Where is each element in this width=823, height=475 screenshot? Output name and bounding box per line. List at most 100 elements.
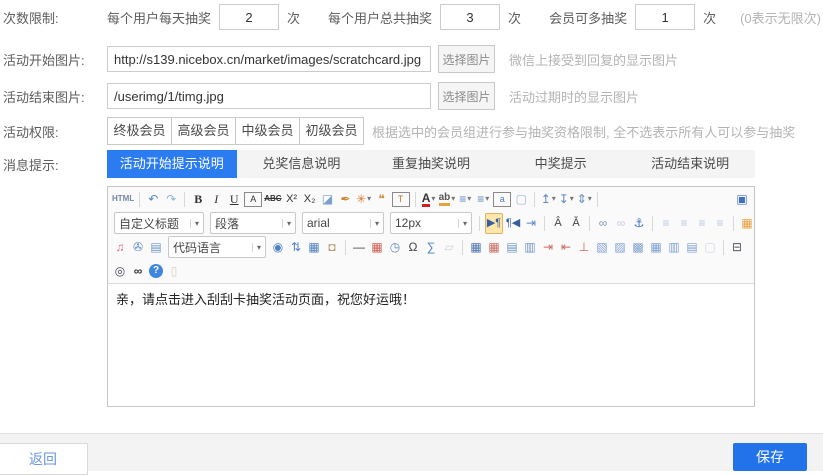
message-tab-3[interactable]: 中奖提示 [496, 150, 626, 178]
preview-icon[interactable]: ◎ [112, 262, 128, 281]
message-tab-2[interactable]: 重复抽奖说明 [366, 150, 496, 178]
save-button[interactable]: 保存 [733, 443, 807, 471]
anchor-chip-icon[interactable]: a [493, 190, 511, 209]
merge-right-icon[interactable]: ▨ [612, 238, 628, 257]
member-group-button-0[interactable]: 终极会员 [108, 118, 171, 144]
split-col-icon[interactable]: ▤ [684, 238, 700, 257]
delete-row-icon[interactable]: ⊥ [576, 238, 592, 257]
link-icon[interactable]: ∞ [595, 214, 611, 233]
font-size-select[interactable]: 12px▾ [390, 212, 472, 234]
font-family-select[interactable]: arial▾ [302, 212, 384, 234]
table-cell-icon[interactable]: ▥ [522, 238, 538, 257]
permissions-label: 活动权限: [3, 122, 107, 141]
special-chars-icon[interactable]: Ω [405, 238, 421, 257]
font-color-icon[interactable]: A▾ [421, 190, 437, 209]
insert-doc-icon[interactable]: ▤ [148, 238, 164, 257]
bold-icon[interactable]: B [190, 190, 206, 209]
insert-music-icon[interactable]: ♫ [112, 238, 128, 257]
toolbar-separator [184, 192, 185, 207]
html-source-icon[interactable]: HTML [112, 190, 134, 209]
blank-doc-icon[interactable]: ▢ [513, 190, 529, 209]
merge-cells-icon[interactable]: ▧ [594, 238, 610, 257]
strikethrough-icon[interactable]: ABC [264, 190, 281, 209]
member-extra-draw-suffix: 次 [703, 8, 716, 27]
italic-icon[interactable]: I [208, 190, 224, 209]
merge-down-icon[interactable]: ▩ [630, 238, 646, 257]
superscript-icon[interactable]: X² [284, 190, 300, 209]
code-language-select[interactable]: 代码语言▾ [168, 236, 266, 258]
start-image-row: 活动开始图片: 选择图片 微信上接受到回复的显示图片 [3, 45, 678, 73]
end-image-hint: 活动过期时的显示图片 [509, 87, 639, 106]
toolbar-separator [139, 192, 140, 207]
redo-icon[interactable]: ↷ [163, 190, 179, 209]
delete-table-icon[interactable]: ▦ [486, 238, 502, 257]
bullet-list-icon[interactable]: ≡▾ [475, 190, 491, 209]
table-title-icon[interactable]: ▤ [504, 238, 520, 257]
daily-draw-suffix: 次 [287, 8, 300, 27]
insert-frame-icon[interactable]: ▦ [306, 238, 322, 257]
auto-typeset-icon[interactable]: ✳▾ [356, 190, 372, 209]
attachment-icon[interactable]: ✇ [130, 238, 146, 257]
line-height-icon[interactable]: ⇕▾ [576, 190, 592, 209]
lowercase-icon[interactable]: Ǎ [568, 214, 584, 233]
split-cell-icon[interactable]: ▦ [648, 238, 664, 257]
insert-date-icon[interactable]: ▦ [369, 238, 385, 257]
member-group-button-2[interactable]: 中级会员 [235, 118, 299, 144]
insert-image-icon[interactable]: ▦ [739, 214, 754, 233]
back-button[interactable]: 返回 [0, 443, 88, 475]
indent-icon[interactable]: ⇥ [523, 214, 539, 233]
ltr-paragraph-icon[interactable]: ▶¶ [485, 213, 503, 234]
message-tabs-label: 消息提示: [3, 155, 107, 174]
toolbar-separator [597, 192, 598, 207]
editor-content[interactable]: 亲，请点击进入刮刮卡抽奖活动页面，祝您好运哦！ [108, 284, 754, 406]
underline-icon[interactable]: U [226, 190, 242, 209]
message-tab-4[interactable]: 活动结束说明 [625, 150, 755, 178]
blockquote-icon[interactable]: ❝ [374, 190, 390, 209]
style-select[interactable]: 自定义标题▾ [114, 212, 204, 234]
help-icon[interactable]: ? [148, 262, 164, 281]
undo-icon[interactable]: ↶ [145, 190, 161, 209]
member-group-button-3[interactable]: 初级会员 [299, 118, 363, 144]
split-row-icon[interactable]: ▥ [666, 238, 682, 257]
ordered-list-icon[interactable]: ≡▾ [457, 190, 473, 209]
member-extra-draw-input[interactable] [635, 4, 695, 30]
baidu-app-icon[interactable]: ◘ [324, 238, 340, 257]
eraser-icon[interactable]: ◪ [320, 190, 336, 209]
subscript-icon[interactable]: X₂ [302, 190, 318, 209]
bordered-text-icon[interactable]: A [244, 190, 262, 209]
print-icon[interactable]: ⊟ [729, 238, 745, 257]
limits-row: 次数限制: 每个用户每天抽奖 次 每个用户总共抽奖 次 会员可多抽奖 次 (0表… [3, 4, 821, 30]
uppercase-icon[interactable]: Â [550, 214, 566, 233]
start-image-input[interactable] [107, 46, 431, 72]
highlight-color-icon[interactable]: ab▾ [439, 190, 456, 209]
total-draw-input[interactable] [440, 4, 500, 30]
para-space-before-icon[interactable]: ↥▾ [540, 190, 556, 209]
horizontal-rule-icon[interactable]: — [351, 238, 367, 257]
format-brush-icon[interactable]: ✒ [338, 190, 354, 209]
daily-draw-input[interactable] [219, 4, 279, 30]
insert-table-icon[interactable]: ▦ [468, 238, 484, 257]
formula-icon[interactable]: ∑ [423, 238, 439, 257]
paste-text-icon[interactable]: T [392, 190, 410, 209]
toolbar-separator [544, 216, 545, 231]
image-transfer-icon[interactable]: ⇅ [288, 238, 304, 257]
toolbar-separator [534, 192, 535, 207]
anchor-icon[interactable]: ⚓ [631, 214, 647, 233]
find-replace-icon[interactable]: ∞ [130, 262, 146, 281]
end-image-pick-button[interactable]: 选择图片 [438, 82, 495, 110]
align-left-icon: ≡ [658, 214, 674, 233]
member-group-button-1[interactable]: 高级会员 [171, 118, 235, 144]
rtl-paragraph-icon[interactable]: ¶◀ [505, 214, 521, 233]
paragraph-select[interactable]: 段落▾ [210, 212, 296, 234]
para-space-after-icon[interactable]: ↧▾ [558, 190, 574, 209]
start-image-pick-button[interactable]: 选择图片 [438, 45, 495, 73]
message-tab-1[interactable]: 兑奖信息说明 [237, 150, 367, 178]
fullscreen-icon[interactable]: ▣ [734, 190, 750, 209]
insert-time-icon[interactable]: ◷ [387, 238, 403, 257]
end-image-input[interactable] [107, 83, 431, 109]
insert-row-icon[interactable]: ⇥ [540, 238, 556, 257]
toolbar-separator [589, 216, 590, 231]
message-tab-0[interactable]: 活动开始提示说明 [107, 150, 237, 178]
insert-col-icon[interactable]: ⇤ [558, 238, 574, 257]
insert-code-icon[interactable]: ◉ [270, 238, 286, 257]
